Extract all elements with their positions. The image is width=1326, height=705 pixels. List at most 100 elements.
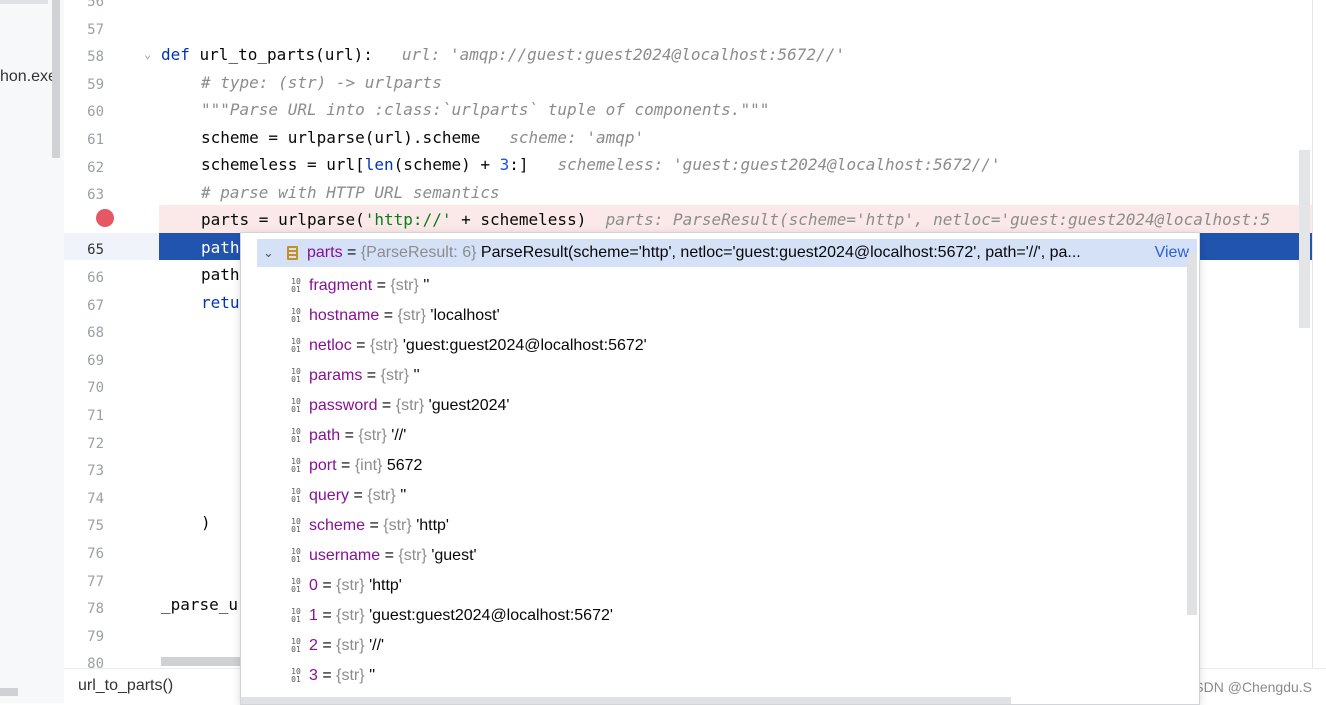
variable-row[interactable]: 10 01 query = {str} '' xyxy=(291,481,407,511)
field-type: {str} xyxy=(369,337,399,354)
field-value: 'localhost' xyxy=(430,307,500,324)
popup-vertical-scrollbar[interactable] xyxy=(1187,253,1197,615)
primitive-value-icon: 1001 xyxy=(291,307,301,324)
variable-row[interactable]: 10 01 password = {str} 'guest2024' xyxy=(291,391,510,421)
code-line-59[interactable]: # type: (str) -> urlparts xyxy=(201,69,442,96)
variable-row[interactable]: 10 01 1 = {str} 'guest:guest2024@localhost… xyxy=(291,601,613,631)
field-name: port xyxy=(309,457,337,474)
primitive-value-icon: 1001 xyxy=(291,397,301,414)
fold-chevron-icon[interactable]: ⌄ xyxy=(144,44,151,64)
field-name: path xyxy=(309,427,341,444)
code-line-61[interactable]: scheme = urlparse(url).scheme scheme: 'a… xyxy=(201,124,644,151)
comment: # type: (str) -> urlparts xyxy=(201,73,442,92)
variable-value: ParseResult(scheme='http', netloc='guest… xyxy=(480,244,1081,261)
code-line-66[interactable]: path xyxy=(201,261,240,288)
code-text: schemeless = url[ xyxy=(201,155,365,174)
field-name: 1 xyxy=(309,607,318,624)
code-text: :] xyxy=(509,155,529,174)
code-text: + schemeless) xyxy=(451,210,587,229)
variable-name: parts xyxy=(307,244,343,261)
code-line-65[interactable]: path xyxy=(201,234,240,261)
variable-row[interactable]: 10 01 username = {str} 'guest' xyxy=(291,541,476,571)
editor-vertical-scrollbar[interactable] xyxy=(1299,150,1310,328)
line-number: 77 xyxy=(87,573,104,590)
project-panel-scrollbar[interactable] xyxy=(52,0,60,158)
primitive-value-icon: 1001 xyxy=(291,547,301,564)
line-number: 57 xyxy=(87,21,104,38)
line-number: 69 xyxy=(87,352,104,369)
code-line-63[interactable]: # parse with HTTP URL semantics xyxy=(201,179,500,206)
project-panel-hscrollbar[interactable] xyxy=(0,688,18,696)
breakpoint-icon[interactable] xyxy=(96,209,114,227)
popup-header-row[interactable]: ⌄ parts = {ParseResult: 6} ParseResult(s… xyxy=(257,239,1197,267)
line-number: 59 xyxy=(87,76,104,93)
code-line-60[interactable]: """Parse URL into :class:`urlparts` tupl… xyxy=(201,96,769,123)
line-number: 62 xyxy=(87,159,104,176)
variable-row[interactable]: 10 01 scheme = {str} 'http' xyxy=(291,511,449,541)
field-type: {int} xyxy=(354,457,383,474)
field-type: {str} xyxy=(336,667,365,684)
field-type: {str} xyxy=(380,367,410,384)
field-name: hostname xyxy=(309,307,380,324)
inline-value-hint: scheme: 'amqp' xyxy=(509,128,645,147)
primitive-value-icon: 1001 xyxy=(291,517,301,534)
function-signature: url_to_parts(url): xyxy=(189,45,373,64)
variable-row[interactable]: 10 01 3 = {str} '' xyxy=(291,661,376,691)
variable-type: {ParseResult: 6} xyxy=(360,244,477,261)
project-file-item[interactable]: hon.exe xyxy=(0,68,57,86)
line-number: 67 xyxy=(87,297,104,314)
object-icon xyxy=(287,246,298,260)
field-value: 'guest:guest2024@localhost:5672' xyxy=(369,607,613,624)
field-type: {str} xyxy=(336,607,365,624)
primitive-value-icon: 1001 xyxy=(291,337,301,354)
field-value: '' xyxy=(400,487,407,504)
variable-row[interactable]: 10 01 port = {int} 5672 xyxy=(291,451,423,481)
comment: # parse with HTTP URL semantics xyxy=(201,183,500,202)
field-value: '' xyxy=(369,667,376,684)
variable-row[interactable]: 10 01 2 = {str} '//' xyxy=(291,631,384,661)
line-number: 78 xyxy=(87,601,104,618)
code-text: parts = urlparse( xyxy=(201,210,365,229)
field-value: 5672 xyxy=(386,457,423,474)
field-name: scheme xyxy=(309,517,366,534)
line-number: 66 xyxy=(87,270,104,286)
breadcrumb[interactable]: url_to_parts() xyxy=(78,677,173,695)
code-line-62[interactable]: schemeless = url[len(scheme) + 3:] schem… xyxy=(201,151,1001,178)
variable-row[interactable]: 10 01 0 = {str} 'http' xyxy=(291,571,402,601)
field-type: {str} xyxy=(336,637,365,654)
line-number: 72 xyxy=(87,435,104,452)
variable-row[interactable]: 10 01 path = {str} '//' xyxy=(291,421,406,451)
expand-chevron-icon[interactable]: ⌄ xyxy=(263,239,274,267)
line-number: 56 xyxy=(87,0,104,10)
field-name: username xyxy=(309,547,381,564)
code-line-58[interactable]: def url_to_parts(url): url: 'amqp://gues… xyxy=(161,41,845,68)
variable-row[interactable]: 10 01 params = {str} '' xyxy=(291,361,420,391)
inline-value-hint: parts: ParseResult(scheme='http', netloc… xyxy=(605,210,1271,229)
line-number: 79 xyxy=(87,628,104,645)
code-line-67[interactable]: retu xyxy=(201,289,240,316)
builtin: len xyxy=(364,155,394,174)
code-line-75[interactable]: ) xyxy=(201,509,211,536)
code-line-64[interactable]: parts = urlparse('http://' + schemeless)… xyxy=(201,206,1270,233)
variable-row[interactable]: 10 01 fragment = {str} '' xyxy=(291,271,429,301)
field-value: 'guest2024' xyxy=(428,397,510,414)
variable-inspector-popup[interactable]: ⌄ parts = {ParseResult: 6} ParseResult(s… xyxy=(240,232,1200,705)
view-link[interactable]: View xyxy=(1150,239,1189,267)
code-text: scheme = urlparse(url).scheme xyxy=(201,128,481,147)
field-type: {str} xyxy=(336,577,365,594)
field-type: {str} xyxy=(398,547,427,564)
primitive-value-icon: 1001 xyxy=(291,427,301,444)
variable-row[interactable]: 10 01 hostname = {str} 'localhost' xyxy=(291,301,500,331)
code-line-78[interactable]: _parse_u xyxy=(161,591,238,618)
editor-horizontal-scrollbar[interactable] xyxy=(161,657,241,666)
field-value: '' xyxy=(413,367,420,384)
field-type: {str} xyxy=(383,517,412,534)
line-number: 73 xyxy=(87,463,104,480)
variable-row[interactable]: 10 01 netloc = {str} 'guest:guest2024@loca… xyxy=(291,331,647,361)
code-text: (scheme) + xyxy=(393,155,500,174)
primitive-value-icon: 1001 xyxy=(291,607,301,624)
line-number: 70 xyxy=(87,380,104,397)
primitive-value-icon: 1001 xyxy=(291,367,301,384)
primitive-value-icon: 1001 xyxy=(291,637,301,654)
selected-item-indicator xyxy=(0,0,48,4)
